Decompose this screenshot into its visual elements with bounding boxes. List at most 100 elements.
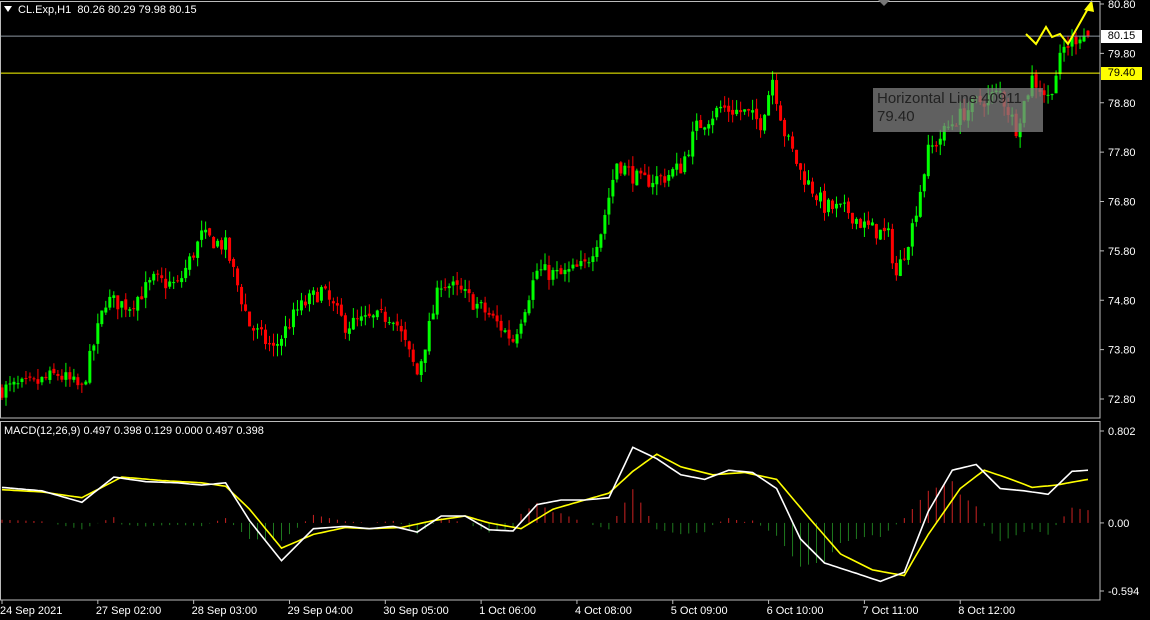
candle-body bbox=[116, 295, 120, 310]
macd-header: MACD(12,26,9) 0.497 0.398 0.129 0.000 0.… bbox=[4, 425, 264, 437]
candle-body bbox=[383, 311, 387, 322]
candle-body bbox=[1046, 94, 1050, 96]
candle-body bbox=[172, 282, 176, 284]
candle-body bbox=[535, 270, 539, 279]
candle-body bbox=[176, 280, 180, 282]
candle-body bbox=[591, 256, 595, 262]
candle-body bbox=[303, 301, 307, 306]
macd-panel[interactable] bbox=[1, 446, 1089, 583]
candle-body bbox=[479, 302, 483, 304]
candle-body bbox=[551, 270, 555, 280]
candle-body bbox=[930, 145, 934, 147]
candle-body bbox=[495, 315, 499, 322]
candle-body bbox=[164, 278, 168, 289]
candle-body bbox=[679, 163, 683, 174]
candle-body bbox=[695, 120, 699, 131]
macd-tick-label: 0.802 bbox=[1108, 426, 1136, 438]
candle-body bbox=[687, 154, 691, 156]
candle-body bbox=[228, 237, 232, 261]
candle-body bbox=[735, 109, 739, 115]
candle-body bbox=[319, 287, 323, 301]
candle-body bbox=[779, 105, 783, 121]
candle-body bbox=[307, 293, 311, 305]
candle-body bbox=[92, 345, 96, 351]
candle-body bbox=[854, 218, 858, 224]
time-tick-label: 28 Sep 03:00 bbox=[192, 605, 257, 617]
candle-body bbox=[643, 172, 647, 176]
candle-body bbox=[264, 329, 268, 345]
bid-price-tag: 80.15 bbox=[1101, 30, 1142, 44]
candle-body bbox=[60, 375, 64, 380]
candle-body bbox=[922, 174, 926, 192]
candle-body bbox=[311, 290, 315, 295]
candle-body bbox=[743, 109, 747, 112]
candle-body bbox=[531, 280, 535, 300]
candle-body bbox=[208, 228, 212, 236]
candle-body bbox=[331, 301, 335, 304]
candle-body bbox=[515, 334, 519, 344]
candle-body bbox=[443, 287, 447, 289]
signal-line bbox=[1, 453, 1089, 577]
candle-body bbox=[379, 309, 383, 311]
candle-body bbox=[120, 301, 124, 308]
candle-body bbox=[739, 110, 743, 113]
candle-body bbox=[291, 309, 295, 328]
candle-body bbox=[48, 370, 52, 380]
price-tick-label: 80.80 bbox=[1108, 0, 1136, 11]
candle-body bbox=[807, 180, 811, 185]
candle-body bbox=[926, 144, 930, 177]
candle-body bbox=[615, 163, 619, 180]
candle-body bbox=[72, 376, 76, 380]
time-tick-label: 8 Oct 12:00 bbox=[958, 605, 1015, 617]
price-tick-label: 79.80 bbox=[1108, 48, 1136, 60]
candle-body bbox=[411, 349, 415, 362]
candle-body bbox=[232, 259, 236, 267]
candle-body bbox=[886, 228, 890, 231]
horizontal-line-tooltip: Horizontal Line 40911 79.40 bbox=[873, 88, 1043, 132]
candle-body bbox=[838, 203, 842, 205]
price-panel[interactable] bbox=[0, 0, 1100, 406]
candle-body bbox=[503, 330, 507, 332]
candle-body bbox=[822, 190, 826, 213]
candle-body bbox=[787, 135, 791, 137]
candle-body bbox=[100, 310, 104, 325]
candle-body bbox=[128, 309, 132, 311]
candle-body bbox=[272, 342, 275, 346]
candle-body bbox=[723, 105, 727, 108]
candle-body bbox=[1042, 90, 1046, 96]
candle-body bbox=[335, 303, 339, 306]
candle-body bbox=[184, 267, 188, 279]
price-tick-label: 76.80 bbox=[1108, 197, 1136, 209]
candle-body bbox=[268, 343, 272, 345]
symbol-header[interactable]: CL.Exp,H1 80.26 80.29 79.98 80.15 bbox=[4, 4, 197, 16]
candle-body bbox=[180, 278, 184, 283]
candle-body bbox=[419, 361, 423, 376]
price-tick-label: 75.80 bbox=[1108, 246, 1136, 258]
candle-body bbox=[132, 308, 136, 310]
chevron-down-icon[interactable] bbox=[4, 6, 12, 12]
time-tick-label: 27 Sep 02:00 bbox=[96, 605, 161, 617]
candle-body bbox=[619, 162, 623, 174]
candle-body bbox=[279, 338, 283, 346]
shift-marker-icon bbox=[878, 0, 890, 6]
candle-body bbox=[40, 376, 44, 383]
candle-body bbox=[771, 79, 775, 96]
candle-body bbox=[711, 118, 715, 126]
hline-price-tag[interactable]: 79.40 bbox=[1101, 67, 1142, 81]
candle-body bbox=[519, 323, 523, 334]
candle-body bbox=[84, 381, 88, 385]
candle-body bbox=[795, 149, 799, 164]
candle-body bbox=[359, 316, 363, 321]
candle-body bbox=[1034, 74, 1038, 88]
candle-body bbox=[607, 197, 611, 215]
candle-body bbox=[603, 215, 607, 234]
candle-body bbox=[108, 296, 112, 308]
candle-body bbox=[248, 311, 252, 327]
candle-body bbox=[339, 304, 343, 316]
candle-body bbox=[747, 109, 751, 111]
candle-body bbox=[727, 105, 731, 112]
candle-body bbox=[567, 269, 571, 272]
candle-body bbox=[44, 376, 48, 379]
time-tick-label: 5 Oct 09:00 bbox=[671, 605, 728, 617]
candle-body bbox=[763, 114, 767, 131]
